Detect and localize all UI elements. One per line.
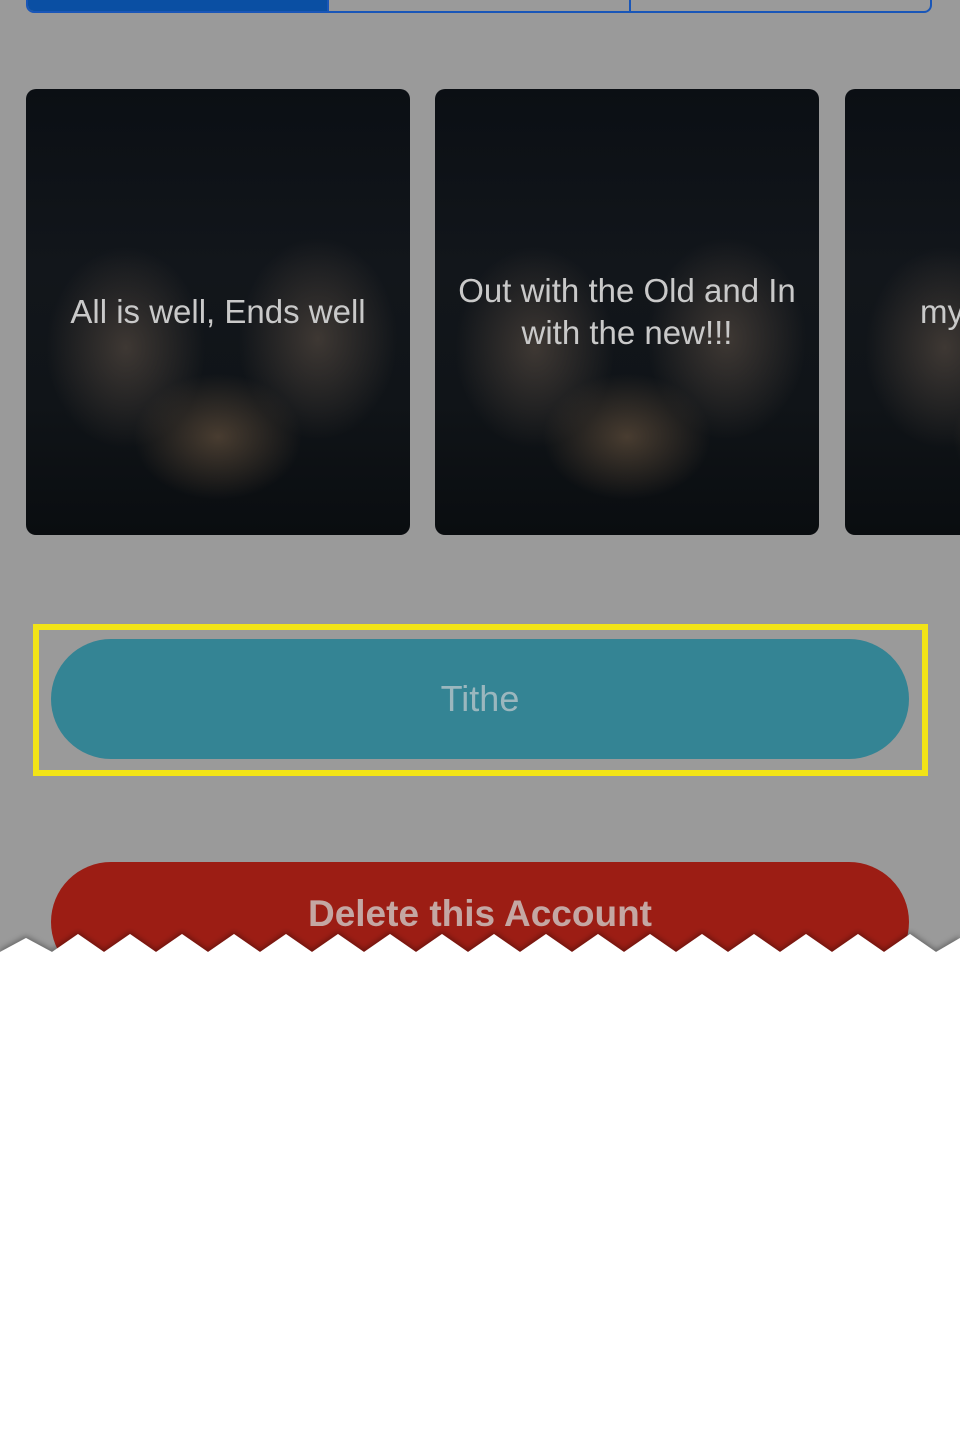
card-caption: Out with the Old and In with the new!!!: [458, 272, 796, 351]
card-caption: my: [920, 293, 960, 330]
blank-area: [0, 960, 960, 1440]
highlight-box: [33, 624, 928, 776]
screen: All is well, Ends well Out with the Old …: [0, 0, 960, 1440]
card-carousel[interactable]: All is well, Ends well Out with the Old …: [26, 89, 960, 535]
segment-3[interactable]: [631, 0, 930, 11]
card-item[interactable]: Out with the Old and In with the new!!!: [435, 89, 819, 535]
app-content: All is well, Ends well Out with the Old …: [0, 0, 960, 960]
segmented-control: [26, 0, 932, 13]
segment-2[interactable]: [329, 0, 631, 11]
card-item[interactable]: my: [845, 89, 960, 535]
card-item[interactable]: All is well, Ends well: [26, 89, 410, 535]
card-caption: All is well, Ends well: [70, 293, 366, 330]
segment-1[interactable]: [28, 0, 330, 11]
